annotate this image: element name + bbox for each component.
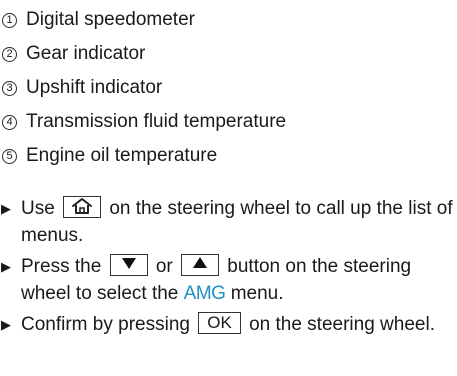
instruction-steps: ▶ Use on the steering wheel to call up t… — [0, 195, 457, 342]
step-bullet-icon: ▶ — [1, 317, 11, 332]
down-button-key — [109, 253, 148, 276]
legend-label: Gear indicator — [26, 43, 146, 64]
amg-menu-name: AMG — [183, 283, 226, 304]
home-icon — [72, 197, 93, 214]
callout-number: 2 — [2, 46, 17, 62]
up-button-key — [181, 253, 220, 276]
step-text: Press the — [21, 256, 102, 277]
step-open-menu-list: ▶ Use on the steering wheel to call up t… — [0, 195, 457, 249]
down-triangle-icon — [121, 257, 136, 269]
step-text: menu. — [230, 283, 284, 304]
ok-button-key: OK — [198, 311, 241, 334]
step-text: Confirm by pressing — [21, 314, 190, 335]
step-text: on the steering wheel. — [249, 314, 435, 335]
home-button-key — [63, 195, 102, 218]
callout-number: 1 — [2, 12, 17, 28]
step-text: or — [155, 256, 173, 277]
legend-item: 4 Transmission fluid temperature — [0, 105, 286, 139]
legend-item: 5 Engine oil temperature — [0, 139, 286, 173]
step-text: Use — [21, 198, 55, 219]
legend-item: 1 Digital speedometer — [0, 3, 286, 37]
step-bullet-icon: ▶ — [1, 259, 11, 274]
legend-label: Engine oil temperature — [26, 145, 218, 166]
legend-list: 1 Digital speedometer 2 Gear indicator 3… — [0, 3, 286, 173]
up-triangle-icon — [193, 256, 208, 268]
callout-number: 4 — [2, 114, 17, 130]
manual-page: 1 Digital speedometer 2 Gear indicator 3… — [0, 0, 457, 376]
step-bullet-icon: ▶ — [1, 201, 11, 216]
legend-label: Digital speedometer — [26, 9, 195, 30]
legend-label: Upshift indicator — [26, 77, 163, 98]
callout-number: 5 — [2, 148, 17, 164]
legend-item: 3 Upshift indicator — [0, 71, 286, 105]
step-select-amg-menu: ▶ Press the or button on the steering wh… — [0, 253, 457, 307]
legend-item: 2 Gear indicator — [0, 37, 286, 71]
callout-number: 3 — [2, 80, 17, 96]
step-confirm: ▶ Confirm by pressing OK on the steering… — [0, 311, 457, 338]
legend-label: Transmission fluid temperature — [26, 111, 287, 132]
